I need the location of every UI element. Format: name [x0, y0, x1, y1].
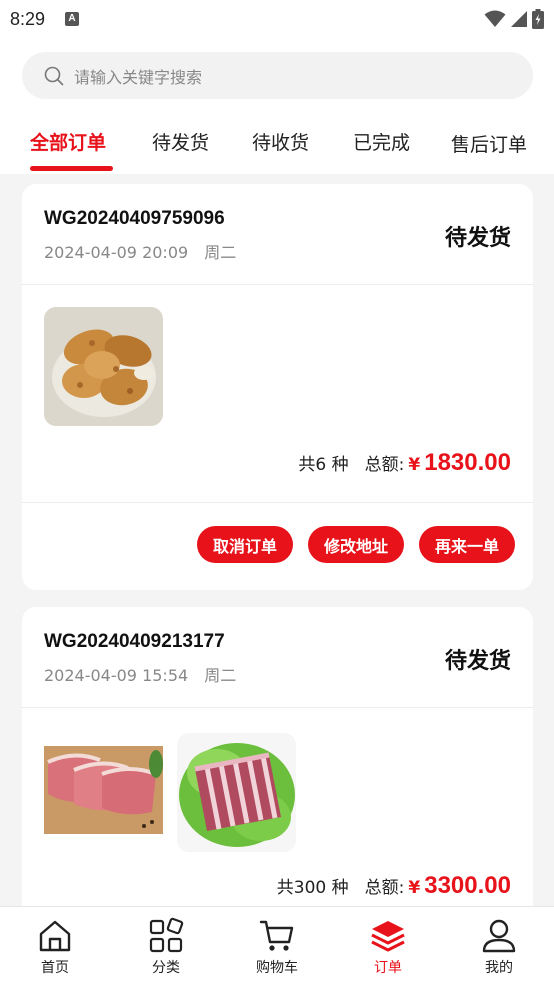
orders-icon — [371, 921, 405, 952]
divider — [22, 284, 533, 285]
item-count: 共300 种 — [276, 878, 349, 898]
bottom-nav: 首页 分类 购物车 订单 我的 — [0, 906, 554, 984]
change-address-button[interactable]: 修改地址 — [307, 526, 404, 563]
order-card[interactable]: WG20240409213177 2024-04-09 15:54 周二 待发货 — [22, 607, 533, 927]
status-time: 8:29 — [10, 8, 46, 29]
divider — [22, 707, 533, 708]
accessibility-badge-icon: A — [65, 12, 80, 26]
divider — [22, 502, 533, 503]
order-time: 2024-04-09 20:09 周二 — [44, 239, 236, 263]
total-label: 总额: — [364, 455, 405, 475]
fried-chicken-image[interactable] — [44, 307, 163, 426]
currency-symbol: ¥ — [408, 878, 421, 898]
nav-label-orders: 订单 — [374, 960, 402, 976]
nav-orders[interactable]: 订单 — [333, 907, 443, 984]
nav-profile[interactable]: 我的 — [444, 907, 554, 984]
order-card[interactable]: WG20240409759096 2024-04-09 20:09 周二 待发货 … — [22, 184, 533, 590]
order-datetime: 2024-04-09 15:54 — [44, 666, 189, 685]
signal-icon — [511, 11, 527, 27]
nav-label-profile: 我的 — [485, 960, 513, 976]
currency-symbol: ¥ — [408, 455, 421, 475]
order-datetime: 2024-04-09 20:09 — [44, 243, 189, 262]
nav-category[interactable]: 分类 — [111, 907, 221, 984]
status-bar: 8:29 A — [0, 0, 554, 38]
order-number: WG20240409759096 — [44, 208, 225, 229]
nav-home[interactable]: 首页 — [0, 907, 110, 984]
item-count: 共6 种 — [298, 455, 349, 475]
profile-icon — [482, 919, 516, 953]
order-weekday: 周二 — [204, 666, 237, 685]
reorder-button[interactable]: 再来一单 — [418, 526, 515, 563]
tab-completed[interactable]: 已完成 — [353, 128, 410, 155]
category-icon — [149, 917, 184, 953]
search-icon — [44, 66, 64, 85]
status-icons — [484, 9, 544, 29]
nav-label-cart: 购物车 — [256, 960, 298, 976]
cart-icon — [259, 920, 294, 951]
tab-pending-shipment[interactable]: 待发货 — [152, 128, 209, 155]
search-input[interactable]: 请输入关键字搜索 — [74, 64, 202, 88]
order-status: 待发货 — [444, 649, 511, 674]
order-status: 待发货 — [444, 226, 511, 251]
battery-icon — [532, 9, 544, 29]
order-actions: 取消订单 修改地址 再来一单 — [196, 526, 515, 563]
nav-cart[interactable]: 购物车 — [222, 907, 332, 984]
pork-steak-image[interactable] — [44, 730, 163, 849]
pork-ribs-image[interactable] — [177, 733, 296, 852]
nav-label-category: 分类 — [152, 960, 180, 976]
tab-pending-receipt[interactable]: 待收货 — [252, 128, 309, 155]
active-tab-indicator — [30, 166, 113, 171]
order-summary: 共6 种 总额: ¥ 1830.00 — [298, 449, 511, 477]
order-summary: 共300 种 总额: ¥ 3300.00 — [277, 872, 511, 900]
total-amount: 3300.00 — [424, 872, 511, 899]
total-label: 总额: — [364, 878, 405, 898]
tab-all-orders[interactable]: 全部订单 — [30, 128, 106, 155]
order-number: WG20240409213177 — [44, 631, 225, 652]
cancel-order-button[interactable]: 取消订单 — [196, 526, 293, 563]
home-icon — [39, 920, 71, 952]
header-area: 请输入关键字搜索 全部订单 待发货 待收货 已完成 售后订单 — [0, 38, 554, 174]
order-tabs: 全部订单 待发货 待收货 已完成 售后订单 — [0, 124, 554, 174]
tab-after-sales[interactable]: 售后订单 — [451, 130, 527, 157]
total-amount: 1830.00 — [424, 449, 511, 476]
order-weekday: 周二 — [204, 243, 237, 262]
search-bar[interactable]: 请输入关键字搜索 — [22, 52, 533, 99]
wifi-icon — [484, 10, 506, 27]
order-time: 2024-04-09 15:54 周二 — [44, 662, 236, 686]
nav-label-home: 首页 — [41, 960, 69, 976]
